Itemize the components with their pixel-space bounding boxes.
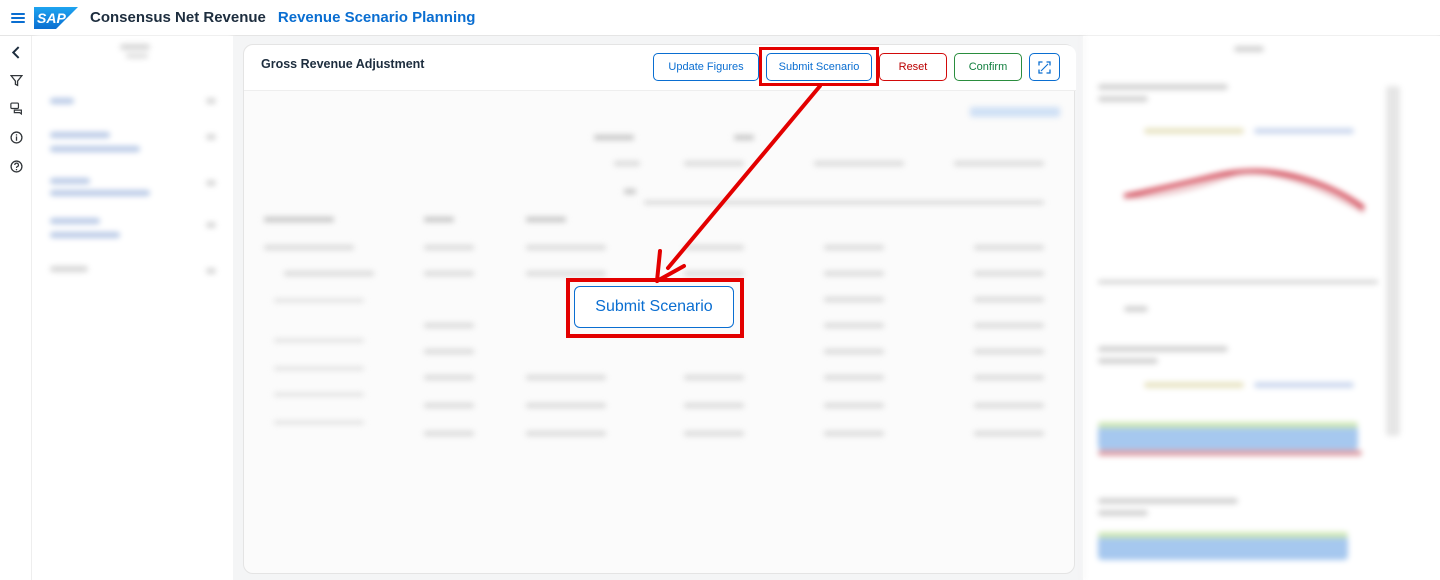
left-rail: [0, 36, 32, 580]
svg-text:SAP: SAP: [37, 10, 66, 26]
comments-icon[interactable]: [7, 99, 25, 117]
hamburger-menu-icon[interactable]: [10, 10, 26, 26]
insights-panel: [1083, 36, 1440, 580]
scenario-table: [244, 93, 1076, 453]
info-icon[interactable]: [7, 128, 25, 146]
confirm-button[interactable]: Confirm: [954, 53, 1022, 81]
shell-bar: SAP Consensus Net Revenue Revenue Scenar…: [0, 0, 1440, 36]
fullscreen-button[interactable]: [1029, 53, 1060, 81]
submit-scenario-callout: Submit Scenario: [574, 286, 734, 328]
help-icon[interactable]: [7, 157, 25, 175]
sap-logo[interactable]: SAP: [34, 6, 78, 29]
app-subtitle[interactable]: Revenue Scenario Planning: [278, 9, 476, 26]
app-title: Consensus Net Revenue: [90, 9, 266, 26]
navigation-panel: [36, 36, 232, 580]
fullscreen-icon: [1038, 60, 1051, 74]
chevron-left-icon[interactable]: [7, 43, 25, 61]
update-figures-button[interactable]: Update Figures: [653, 53, 759, 81]
reset-button[interactable]: Reset: [879, 53, 947, 81]
submit-button-highlight: [759, 47, 879, 86]
filter-icon[interactable]: [7, 71, 25, 89]
card-title: Gross Revenue Adjustment: [261, 57, 425, 71]
